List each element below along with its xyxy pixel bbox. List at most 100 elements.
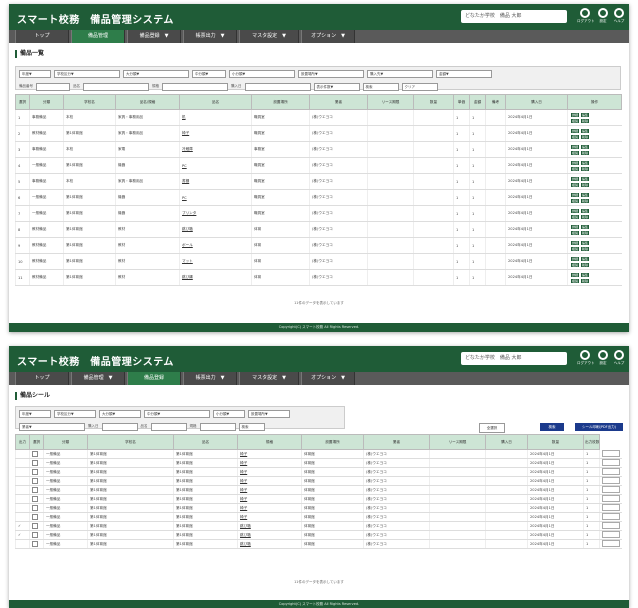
row-action-button[interactable]: 編集 — [581, 144, 590, 149]
output-flag[interactable] — [15, 512, 30, 522]
row-action-button[interactable]: 削除 — [581, 262, 590, 267]
row-action-button[interactable]: 詳細 — [571, 208, 580, 213]
tab-options[interactable]: オプション ▼ — [301, 372, 355, 385]
row-action-button[interactable]: 複製 — [571, 278, 580, 283]
row-action-button[interactable]: 削除 — [581, 214, 590, 219]
row-checkbox[interactable] — [29, 449, 44, 459]
print-count-input[interactable] — [602, 495, 620, 502]
search-button-main[interactable]: 検索 — [540, 423, 564, 431]
search-button[interactable]: 検索 — [238, 422, 265, 431]
row-action-button[interactable]: 削除 — [581, 278, 590, 283]
column-header[interactable]: 出力枚数 — [583, 434, 600, 450]
row-action-button[interactable]: 複製 — [571, 150, 580, 155]
column-header[interactable]: 規格 — [237, 434, 302, 450]
print-count-input[interactable] — [602, 504, 620, 511]
column-header[interactable]: 数量 — [527, 434, 584, 450]
output-flag[interactable] — [15, 494, 30, 504]
filter-year[interactable]: 年度▼ — [19, 69, 51, 78]
name-input[interactable] — [83, 82, 149, 91]
item-name-link[interactable]: 椅子 — [237, 476, 302, 486]
column-header[interactable]: 業者 — [363, 434, 430, 450]
item-name-link[interactable]: 跳び縄 — [179, 269, 252, 286]
row-action-button[interactable]: 編集 — [581, 240, 590, 245]
row-action-button[interactable]: 削除 — [581, 198, 590, 203]
item-name-link[interactable]: PC — [179, 157, 252, 174]
tab-report-output[interactable]: 帳票出力 ▼ — [183, 30, 237, 43]
item-name-link[interactable]: 椅子 — [237, 494, 302, 504]
checkbox[interactable] — [32, 540, 38, 547]
logout-icon[interactable]: ログアウト — [577, 350, 595, 366]
table-row[interactable]: 2 教材備品 第1体育館 家具・事務用品 椅子 職員室 (株)ウエヨコ 1 1 2024年4月1日… — [15, 125, 622, 142]
settings-icon[interactable]: 設定 — [595, 8, 611, 24]
row-checkbox[interactable] — [29, 494, 44, 504]
date-input[interactable] — [101, 422, 138, 431]
help-icon[interactable]: ヘルプ — [611, 350, 627, 366]
table-row[interactable]: 一般備品 第1体育館 第1体育館 椅子 体育館 (株)ウエヨコ 2024年4月1日 1 — [15, 467, 622, 477]
column-header[interactable]: 選択 — [15, 94, 30, 110]
checkbox[interactable] — [32, 504, 38, 511]
row-action-button[interactable]: 編集 — [581, 176, 590, 181]
row-action-button[interactable]: 詳細 — [571, 144, 580, 149]
checkbox[interactable] — [32, 468, 38, 475]
row-action-button[interactable]: 複製 — [571, 182, 580, 187]
row-action-button[interactable]: 削除 — [581, 134, 590, 139]
logout-icon[interactable]: ログアウト — [577, 8, 595, 24]
column-header[interactable]: 金額 — [469, 94, 486, 110]
row-checkbox[interactable] — [29, 476, 44, 486]
row-action-button[interactable]: 削除 — [581, 166, 590, 171]
table-row[interactable]: 10 教材備品 第1体育館 教材 マット 体育 (株)ウエヨコ 1 1 2024年4月1日 詳細 編集… — [15, 253, 622, 270]
row-action-button[interactable]: 編集 — [581, 224, 590, 229]
checkbox[interactable] — [32, 486, 38, 493]
output-flag[interactable]: ✓ — [15, 530, 30, 540]
table-row[interactable]: 一般備品 第1体育館 第1体育館 椅子 体育館 (株)ウエヨコ 2024年4月1日 1 — [15, 449, 622, 459]
table-row[interactable]: 1 事務備品 本校 家具・事務用品机職員室 (株)ウエヨコ 1 1 2024年4月1日 詳細 編集… — [15, 109, 622, 126]
output-flag[interactable] — [15, 449, 30, 459]
column-header[interactable]: 品名 — [173, 434, 238, 450]
column-header[interactable]: 学校名 — [63, 94, 116, 110]
tab-top[interactable]: トップ — [15, 30, 69, 43]
output-flag[interactable] — [15, 485, 30, 495]
checkbox[interactable] — [32, 495, 38, 502]
filter-minor-category[interactable]: 小分類▼ — [213, 409, 245, 418]
column-header[interactable]: 学校名 — [87, 434, 174, 450]
item-name-link[interactable]: 椅子 — [237, 467, 302, 477]
output-flag[interactable] — [15, 476, 30, 486]
row-action-button[interactable]: 詳細 — [571, 192, 580, 197]
print-count-input[interactable] — [602, 513, 620, 520]
filter-year[interactable]: 年度▼ — [19, 409, 51, 418]
table-row[interactable]: 5 事務備品 本校 家具・事務用品 書棚 職員室 (株)ウエヨコ 1 1 2024年4月1日 詳細編… — [15, 173, 622, 190]
column-header[interactable]: 備考 — [485, 94, 506, 110]
search-button[interactable]: 検索 — [362, 82, 399, 91]
row-action-button[interactable]: 詳細 — [571, 256, 580, 261]
filter-major-category[interactable]: 大分類▼ — [99, 409, 141, 418]
column-header[interactable]: 購入日 — [505, 94, 568, 110]
row-action-button[interactable]: 編集 — [581, 160, 590, 165]
print-count-input[interactable] — [602, 468, 620, 475]
table-row[interactable]: 9 教材備品 第1体育館 教材 ボール 体育 (株)ウエヨコ 1 1 2024年4月1日 詳細 編集複… — [15, 237, 622, 254]
filter-location[interactable]: 設置場所▼ — [298, 69, 364, 78]
item-name-link[interactable]: プリンタ — [179, 205, 252, 222]
row-action-button[interactable]: 詳細 — [571, 240, 580, 245]
row-action-button[interactable]: 編集 — [581, 192, 590, 197]
print-count-input[interactable] — [602, 540, 620, 547]
table-row[interactable]: 一般備品 第1体育館 第1体育館 椅子 体育館 (株)ウエヨコ 2024年4月1日 1 — [15, 494, 622, 504]
column-header[interactable]: 設置場所 — [251, 94, 310, 110]
row-action-button[interactable]: 複製 — [571, 198, 580, 203]
row-action-button[interactable]: 編集 — [581, 208, 590, 213]
tab-equipment-register[interactable]: 備品登録 ▼ — [127, 30, 181, 43]
user-field[interactable]: どなたか学校 備品 大郎 — [461, 352, 567, 365]
row-action-button[interactable]: 削除 — [581, 118, 590, 123]
tab-options[interactable]: オプション ▼ — [301, 30, 355, 43]
filter-school-type[interactable]: 学校区分▼ — [54, 69, 120, 78]
column-header[interactable]: 単価 — [453, 94, 470, 110]
table-row[interactable]: 3 事務備品 本校 家電 冷蔵庫 事務室 (株)ウエヨコ 1 1 2024年4月1日 詳細 編集 複製削… — [15, 141, 622, 158]
row-checkbox[interactable] — [29, 485, 44, 495]
item-name-link[interactable]: PC — [179, 189, 252, 206]
tab-report-output[interactable]: 帳票出力 ▼ — [183, 372, 237, 385]
table-row[interactable]: 一般備品 第1体育館 第1体育館 椅子 体育館 (株)ウエヨコ 2024年4月1日 1 — [15, 476, 622, 486]
column-header[interactable]: 設置場所 — [301, 434, 364, 450]
column-header[interactable]: 分類 — [43, 434, 88, 450]
column-header[interactable]: 数量 — [413, 94, 454, 110]
print-count-input[interactable] — [602, 449, 620, 457]
name-input[interactable] — [150, 422, 187, 431]
